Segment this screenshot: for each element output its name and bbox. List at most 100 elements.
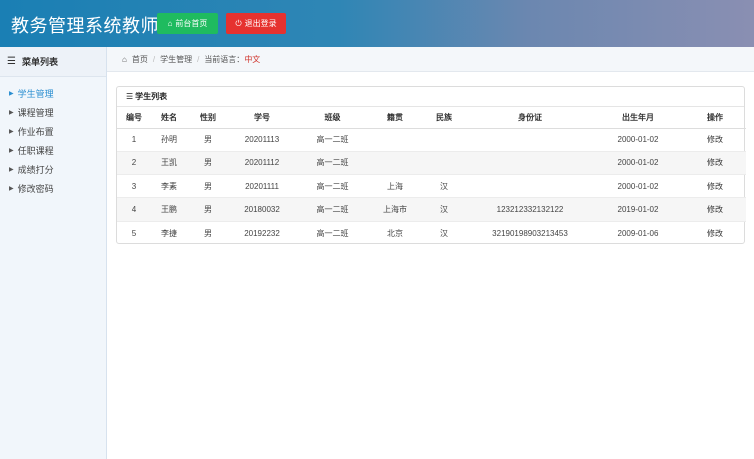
breadcrumb-separator: /	[197, 54, 200, 64]
caret-right-icon: ▶	[9, 186, 14, 192]
sidebar-item-label: 修改密码	[17, 184, 54, 194]
edit-link[interactable]: 修改	[707, 205, 723, 214]
cell-id-card	[468, 151, 592, 176]
cell-hometown	[370, 128, 420, 152]
cell-action: 修改	[684, 197, 746, 222]
table-row: 5 李捷 男 20192232 高一二班 北京 汉 32190198903213…	[117, 221, 746, 244]
home-button[interactable]: ⌂ 前台首页	[157, 13, 218, 34]
breadcrumb: ⌂ 首页 / 学生管理 / 当前语言： 中文	[107, 47, 754, 72]
cell-class: 高一二班	[295, 151, 370, 176]
caret-right-icon: ▶	[9, 148, 14, 154]
cell-id: 4	[117, 197, 151, 222]
cell-gender: 男	[187, 174, 229, 199]
col-gender: 性别	[187, 107, 229, 129]
cell-id: 1	[117, 128, 151, 152]
app-title: 教务管理系统教师端	[11, 16, 178, 36]
table-row: 2 王凯 男 20201112 高一二班 2000-01-02 修改	[117, 151, 746, 176]
col-birth-date: 出生年月	[592, 107, 684, 129]
sidebar-item-grading[interactable]: ▶ 成绩打分	[0, 160, 106, 179]
cell-action: 修改	[684, 151, 746, 176]
cell-id: 2	[117, 151, 151, 176]
caret-right-icon: ▶	[9, 129, 14, 135]
sidebar-title: 菜单列表	[21, 57, 58, 67]
cell-id-card: 32190198903213453	[492, 228, 568, 238]
cell-name: 孙明	[151, 128, 187, 152]
cell-student-no: 20201113	[229, 128, 295, 152]
top-header: 教务管理系统教师端 ⌂ 前台首页 ⏻ 退出登录	[0, 0, 754, 47]
edit-link[interactable]: 修改	[707, 229, 723, 238]
col-name: 姓名	[151, 107, 187, 129]
cell-name: 李素	[151, 174, 187, 199]
cell-gender: 男	[187, 197, 229, 222]
table-header-row: 编号 姓名 性别 学号 班级 籍贯 民族 身份证 出生年月 操作	[117, 107, 746, 129]
logout-button-label: 退出登录	[244, 19, 277, 28]
cell-birth-date: 2000-01-02	[592, 128, 684, 152]
cell-birth-date: 2009-01-06	[617, 228, 659, 238]
cell-gender: 男	[204, 228, 212, 238]
cell-id-card	[468, 128, 592, 152]
cell-student-no: 20201111	[229, 174, 295, 199]
cell-id-card: 123212332132122	[468, 197, 592, 222]
sidebar-item-assigned-courses[interactable]: ▶ 任职课程	[0, 141, 106, 160]
list-icon: ☰	[7, 56, 16, 67]
cell-action: 修改	[684, 221, 746, 244]
sidebar-item-label: 课程管理	[17, 108, 54, 118]
language-label: 当前语言：	[204, 54, 245, 64]
cell-ethnicity	[420, 128, 468, 152]
breadcrumb-home[interactable]: 首页	[132, 54, 148, 65]
sidebar-header: ☰ 菜单列表	[0, 47, 106, 77]
student-list-panel: ☰ 学生列表 编号 姓名 性别 学号 班级 籍贯 民族 身份证 出生年月 操作 …	[116, 86, 746, 244]
edit-link[interactable]: 修改	[707, 135, 723, 144]
sidebar-item-label: 作业布置	[17, 127, 54, 137]
col-class: 班级	[295, 107, 370, 129]
cell-action: 修改	[684, 128, 746, 152]
home-icon: ⌂	[122, 54, 127, 64]
list-icon: ☰	[126, 92, 134, 101]
cell-hometown	[370, 151, 420, 176]
home-icon: ⌂	[167, 19, 173, 28]
sidebar-menu: ▶ 学生管理 ▶ 课程管理 ▶ 作业布置 ▶ 任职课程 ▶ 成绩打分 ▶ 修改密…	[0, 77, 106, 198]
cell-student-no: 20201112	[229, 151, 295, 176]
sidebar-item-label: 成绩打分	[17, 165, 54, 175]
cell-name: 李捷	[161, 228, 177, 238]
cell-name: 王鹏	[151, 197, 187, 222]
cell-ethnicity: 汉	[420, 174, 468, 199]
table-row: 4 王鹏 男 20180032 高一二班 上海市 汉 1232123321321…	[117, 197, 746, 222]
cell-action: 修改	[684, 174, 746, 199]
cell-class: 高一二班	[295, 197, 370, 222]
cell-birth-date: 2019-01-02	[592, 197, 684, 222]
sidebar-item-courses[interactable]: ▶ 课程管理	[0, 103, 106, 122]
panel-header: ☰ 学生列表	[117, 87, 744, 107]
language-value: 中文	[244, 54, 261, 64]
edit-link[interactable]: 修改	[707, 182, 723, 191]
student-table: 编号 姓名 性别 学号 班级 籍贯 民族 身份证 出生年月 操作 1 孙明 男 …	[117, 107, 746, 244]
panel-title: 学生列表	[135, 92, 168, 101]
sidebar-item-change-password[interactable]: ▶ 修改密码	[0, 179, 106, 198]
col-hometown: 籍贯	[370, 107, 420, 129]
sidebar: ☰ 菜单列表 ▶ 学生管理 ▶ 课程管理 ▶ 作业布置 ▶ 任职课程 ▶ 成绩打…	[0, 47, 107, 459]
cell-id: 5	[131, 228, 137, 238]
sidebar-item-students[interactable]: ▶ 学生管理	[0, 84, 106, 103]
col-id: 编号	[117, 107, 151, 129]
edit-link[interactable]: 修改	[707, 158, 723, 167]
power-icon: ⏻	[235, 18, 242, 28]
table-row: 1 孙明 男 20201113 高一二班 2000-01-02 修改	[117, 128, 746, 152]
col-student-no: 学号	[229, 107, 295, 129]
cell-hometown: 上海	[370, 174, 420, 199]
sidebar-item-label: 学生管理	[17, 89, 54, 99]
home-button-label: 前台首页	[175, 19, 208, 28]
sidebar-item-homework[interactable]: ▶ 作业布置	[0, 122, 106, 141]
cell-birth-date: 2000-01-02	[592, 151, 684, 176]
logout-button[interactable]: ⏻ 退出登录	[226, 13, 286, 34]
cell-student-no: 20192232	[244, 228, 280, 238]
col-id-card: 身份证	[468, 107, 592, 129]
cell-name: 王凯	[151, 151, 187, 176]
cell-student-no: 20180032	[229, 197, 295, 222]
cell-gender: 男	[187, 151, 229, 176]
cell-ethnicity	[420, 151, 468, 176]
breadcrumb-current: 学生管理	[160, 54, 193, 64]
cell-id-card	[468, 174, 592, 199]
col-action: 操作	[684, 107, 746, 129]
col-ethnicity: 民族	[420, 107, 468, 129]
cell-birth-date: 2000-01-02	[592, 174, 684, 199]
